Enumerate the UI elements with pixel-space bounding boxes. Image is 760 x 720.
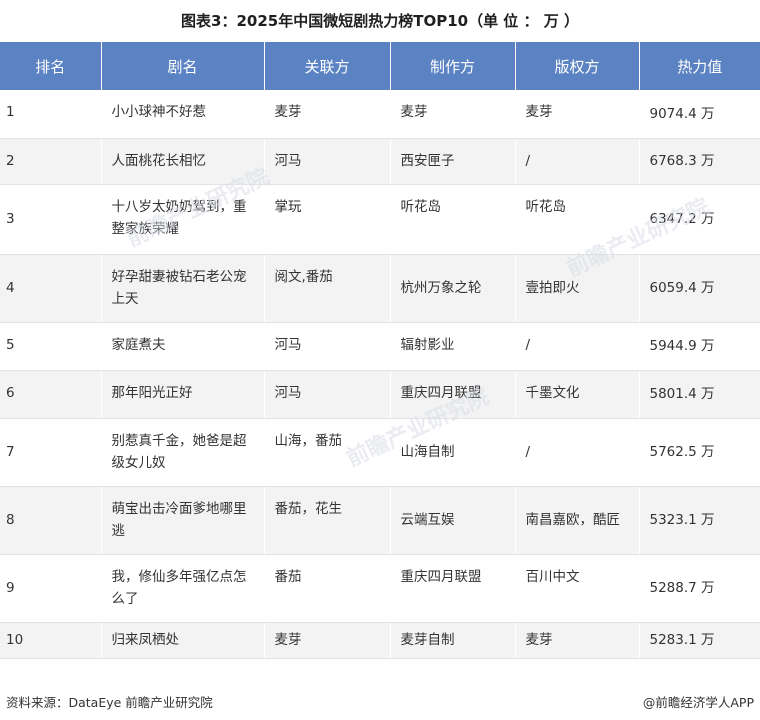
- cell-producer: 重庆四月联盟: [390, 370, 516, 419]
- cell-heat: 9074.4 万: [639, 90, 760, 139]
- cell-rank: 5: [0, 322, 102, 371]
- cell-related: 河马: [264, 370, 391, 419]
- cell-name: 小小球神不好惹: [101, 90, 265, 139]
- header-heat: 热力值: [639, 42, 760, 90]
- table-row: 5 家庭煮夫 河马 辐射影业 / 5944.9 万: [0, 322, 760, 371]
- cell-producer: 辐射影业: [390, 322, 516, 371]
- cell-heat: 5801.4 万: [639, 370, 760, 419]
- cell-copyright: /: [515, 418, 640, 487]
- cell-heat: 5323.1 万: [639, 486, 760, 555]
- table-row: 9 我，修仙多年强亿点怎么了 番茄 重庆四月联盟 百川中文 5288.7 万: [0, 554, 760, 623]
- cell-rank: 6: [0, 370, 102, 419]
- cell-copyright: 麦芽: [515, 90, 640, 139]
- footer-brand: @前瞻经济学人APP: [642, 695, 754, 710]
- cell-rank: 7: [0, 418, 102, 487]
- ranking-table: 排名 剧名 关联方 制作方 版权方 热力值 1 小小球神不好惹 麦芽 麦芽 麦芽…: [0, 42, 760, 659]
- header-name: 剧名: [101, 42, 265, 90]
- cell-related: 麦芽: [264, 622, 391, 659]
- cell-related: 山海，番茄: [264, 418, 391, 487]
- cell-heat: 5288.7 万: [639, 554, 760, 623]
- cell-name: 萌宝出击冷面爹地哪里逃: [101, 486, 265, 555]
- cell-producer: 山海自制: [390, 418, 516, 487]
- header-copyright: 版权方: [515, 42, 640, 90]
- cell-name: 别惹真千金，她爸是超级女儿奴: [101, 418, 265, 487]
- cell-copyright: 听花岛: [515, 184, 640, 255]
- cell-producer: 西安匣子: [390, 138, 516, 185]
- cell-producer: 麦芽自制: [390, 622, 516, 659]
- footer: 资料来源：DataEye 前瞻产业研究院 @前瞻经济学人APP: [0, 686, 760, 716]
- cell-rank: 2: [0, 138, 102, 185]
- cell-heat: 6347.2 万: [639, 184, 760, 255]
- cell-heat: 5944.9 万: [639, 322, 760, 371]
- cell-producer: 杭州万象之轮: [390, 254, 516, 323]
- cell-copyright: 壹拍即火: [515, 254, 640, 323]
- cell-name: 我，修仙多年强亿点怎么了: [101, 554, 265, 623]
- cell-producer: 云端互娱: [390, 486, 516, 555]
- cell-copyright: /: [515, 138, 640, 185]
- cell-name: 好孕甜妻被钻石老公宠上天: [101, 254, 265, 323]
- header-producer: 制作方: [390, 42, 516, 90]
- cell-related: 掌玩: [264, 184, 391, 255]
- cell-producer: 听花岛: [390, 184, 516, 255]
- header-rank: 排名: [0, 42, 102, 90]
- table-header-row: 排名 剧名 关联方 制作方 版权方 热力值: [0, 42, 760, 90]
- cell-heat: 6059.4 万: [639, 254, 760, 323]
- cell-related: 番茄: [264, 554, 391, 623]
- cell-related: 麦芽: [264, 90, 391, 139]
- cell-related: 番茄，花生: [264, 486, 391, 555]
- table-row: 6 那年阳光正好 河马 重庆四月联盟 千墨文化 5801.4 万: [0, 370, 760, 419]
- cell-rank: 10: [0, 622, 102, 659]
- cell-copyright: 千墨文化: [515, 370, 640, 419]
- cell-name: 人面桃花长相忆: [101, 138, 265, 185]
- table-row: 2 人面桃花长相忆 河马 西安匣子 / 6768.3 万: [0, 138, 760, 185]
- cell-rank: 3: [0, 184, 102, 255]
- cell-copyright: 百川中文: [515, 554, 640, 623]
- cell-related: 河马: [264, 322, 391, 371]
- cell-rank: 8: [0, 486, 102, 555]
- cell-related: 河马: [264, 138, 391, 185]
- cell-copyright: 麦芽: [515, 622, 640, 659]
- table-row: 1 小小球神不好惹 麦芽 麦芽 麦芽 9074.4 万: [0, 90, 760, 139]
- cell-copyright: /: [515, 322, 640, 371]
- cell-heat: 5283.1 万: [639, 622, 760, 659]
- chart-title: 图表3：2025年中国微短剧热力榜TOP10（单 位 ： 万 ）: [181, 12, 579, 30]
- cell-rank: 9: [0, 554, 102, 623]
- table-row: 8 萌宝出击冷面爹地哪里逃 番茄，花生 云端互娱 南昌嘉欧，酷匠 5323.1 …: [0, 486, 760, 555]
- cell-name: 十八岁太奶奶驾到，重整家族荣耀: [101, 184, 265, 255]
- cell-rank: 1: [0, 90, 102, 139]
- header-related: 关联方: [264, 42, 391, 90]
- table-row: 3 十八岁太奶奶驾到，重整家族荣耀 掌玩 听花岛 听花岛 6347.2 万: [0, 184, 760, 255]
- cell-producer: 重庆四月联盟: [390, 554, 516, 623]
- cell-heat: 6768.3 万: [639, 138, 760, 185]
- cell-heat: 5762.5 万: [639, 418, 760, 487]
- footer-source: 资料来源：DataEye 前瞻产业研究院: [6, 695, 213, 710]
- table-row: 7 别惹真千金，她爸是超级女儿奴 山海，番茄 山海自制 / 5762.5 万: [0, 418, 760, 487]
- cell-rank: 4: [0, 254, 102, 323]
- table-row: 10 归来凤栖处 麦芽 麦芽自制 麦芽 5283.1 万: [0, 622, 760, 659]
- table-row: 4 好孕甜妻被钻石老公宠上天 阅文,番茄 杭州万象之轮 壹拍即火 6059.4 …: [0, 254, 760, 323]
- cell-copyright: 南昌嘉欧，酷匠: [515, 486, 640, 555]
- cell-name: 归来凤栖处: [101, 622, 265, 659]
- cell-name: 那年阳光正好: [101, 370, 265, 419]
- cell-producer: 麦芽: [390, 90, 516, 139]
- cell-related: 阅文,番茄: [264, 254, 391, 323]
- cell-name: 家庭煮夫: [101, 322, 265, 371]
